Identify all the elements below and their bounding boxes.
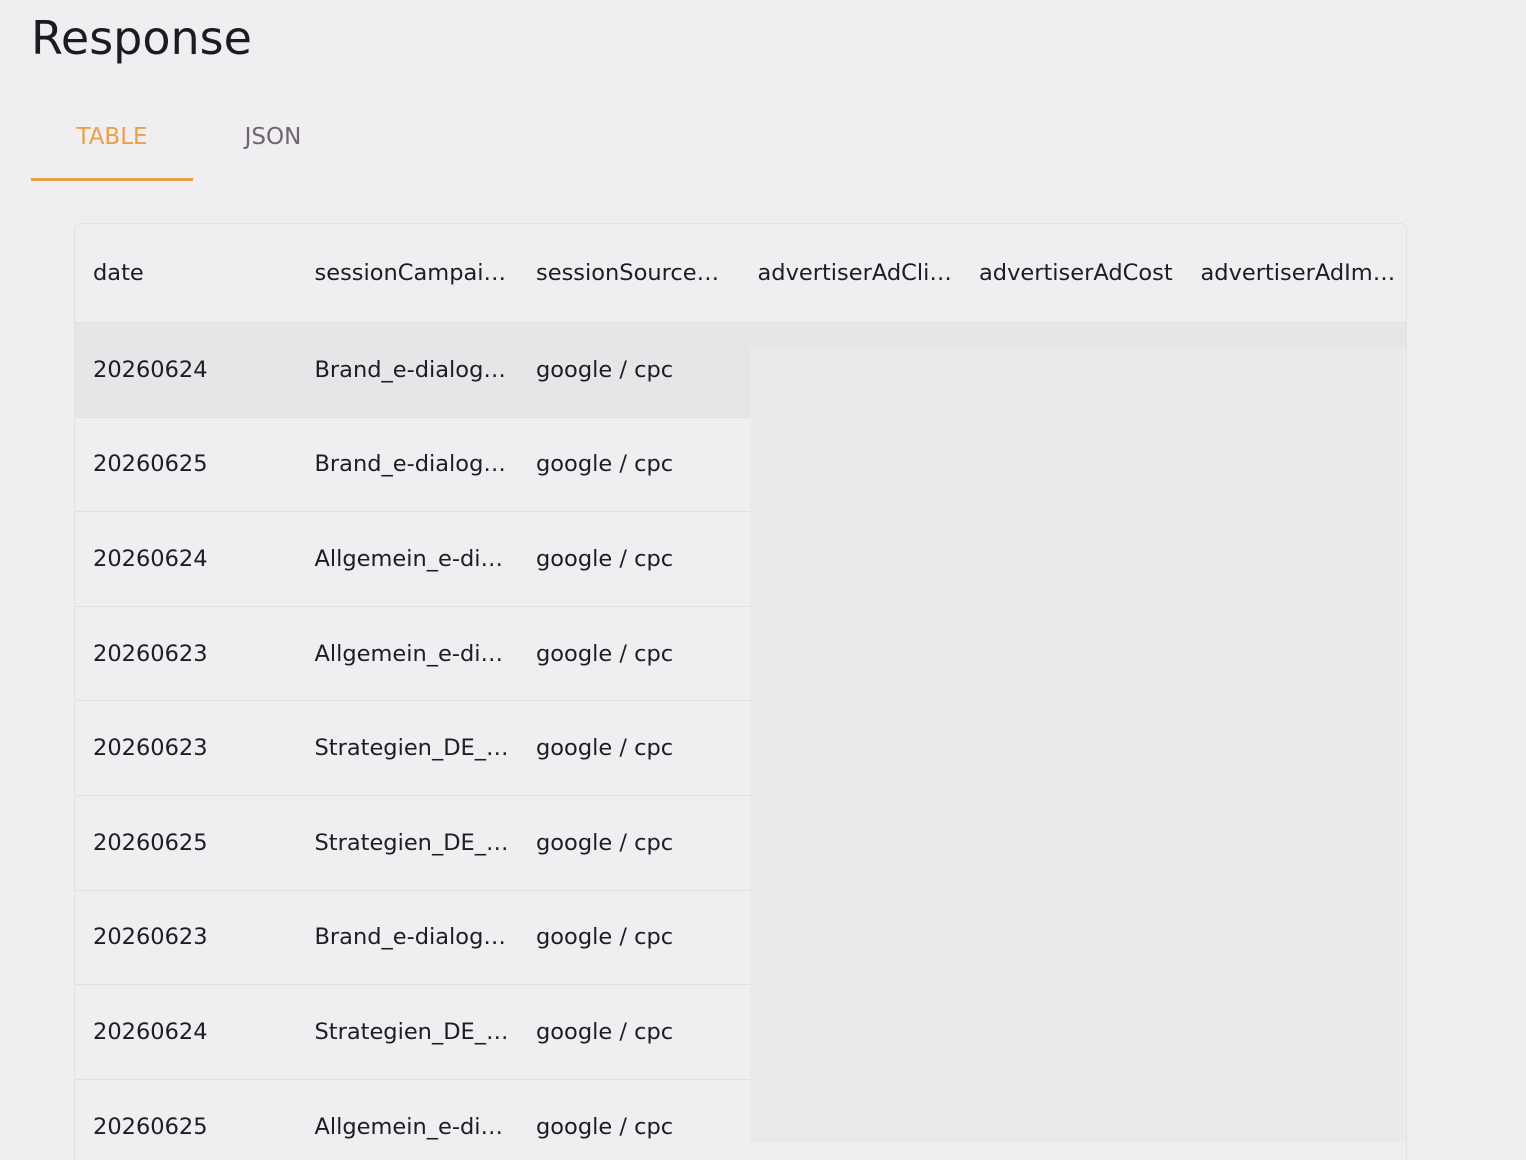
cell-session-campaign: Allgemein_e-di…	[314, 1113, 504, 1140]
cell-session-campaign: Strategien_DE_…	[314, 829, 509, 856]
cell-date: 20260625	[93, 829, 208, 856]
cell-session-source: google / cpc	[536, 924, 674, 951]
tab-table[interactable]: TABLE	[31, 96, 193, 181]
cell-session-source: google / cpc	[536, 829, 674, 856]
cell-date: 20260623	[93, 924, 208, 951]
column-header-date[interactable]: date	[75, 260, 297, 286]
cell-session-source: google / cpc	[536, 1018, 674, 1045]
cell-session-campaign: Allgemein_e-di…	[314, 640, 504, 667]
response-panel: Response TABLE JSON date sessionCampai… …	[0, 0, 1526, 1160]
cell-session-campaign: Brand_e-dialog…	[314, 356, 506, 383]
cell-session-campaign: Brand_e-dialog…	[314, 451, 506, 478]
cell-session-source: google / cpc	[536, 640, 674, 667]
view-tabs: TABLE JSON	[31, 96, 353, 181]
cell-date: 20260623	[93, 640, 208, 667]
column-header-advertiser-ad-impressions[interactable]: advertiserAdImp…	[1183, 260, 1405, 286]
column-header-session-source[interactable]: sessionSource…	[518, 260, 740, 286]
cell-date: 20260624	[93, 1018, 208, 1045]
cell-session-source: google / cpc	[536, 1113, 674, 1140]
loading-placeholder	[750, 347, 1406, 1142]
column-header-advertiser-ad-clicks[interactable]: advertiserAdClic…	[740, 260, 962, 286]
cell-session-campaign: Strategien_DE_…	[314, 735, 509, 762]
cell-date: 20260624	[93, 356, 208, 383]
column-header-advertiser-ad-cost[interactable]: advertiserAdCost	[961, 260, 1183, 286]
cell-session-campaign: Brand_e-dialog…	[314, 924, 506, 951]
cell-session-campaign: Allgemein_e-di…	[314, 545, 504, 572]
cell-session-source: google / cpc	[536, 545, 674, 572]
cell-date: 20260623	[93, 735, 208, 762]
column-header-session-campaign[interactable]: sessionCampai…	[297, 260, 519, 286]
cell-date: 20260625	[93, 1113, 208, 1140]
cell-date: 20260625	[93, 451, 208, 478]
table-header: date sessionCampai… sessionSource… adver…	[75, 224, 1406, 323]
cell-date: 20260624	[93, 545, 208, 572]
cell-session-source: google / cpc	[536, 451, 674, 478]
cell-session-source: google / cpc	[536, 735, 674, 762]
data-table: date sessionCampai… sessionSource… adver…	[74, 223, 1407, 1160]
page-title: Response	[31, 11, 252, 65]
tab-json[interactable]: JSON	[193, 96, 353, 178]
cell-session-source: google / cpc	[536, 356, 674, 383]
cell-session-campaign: Strategien_DE_…	[314, 1018, 509, 1045]
